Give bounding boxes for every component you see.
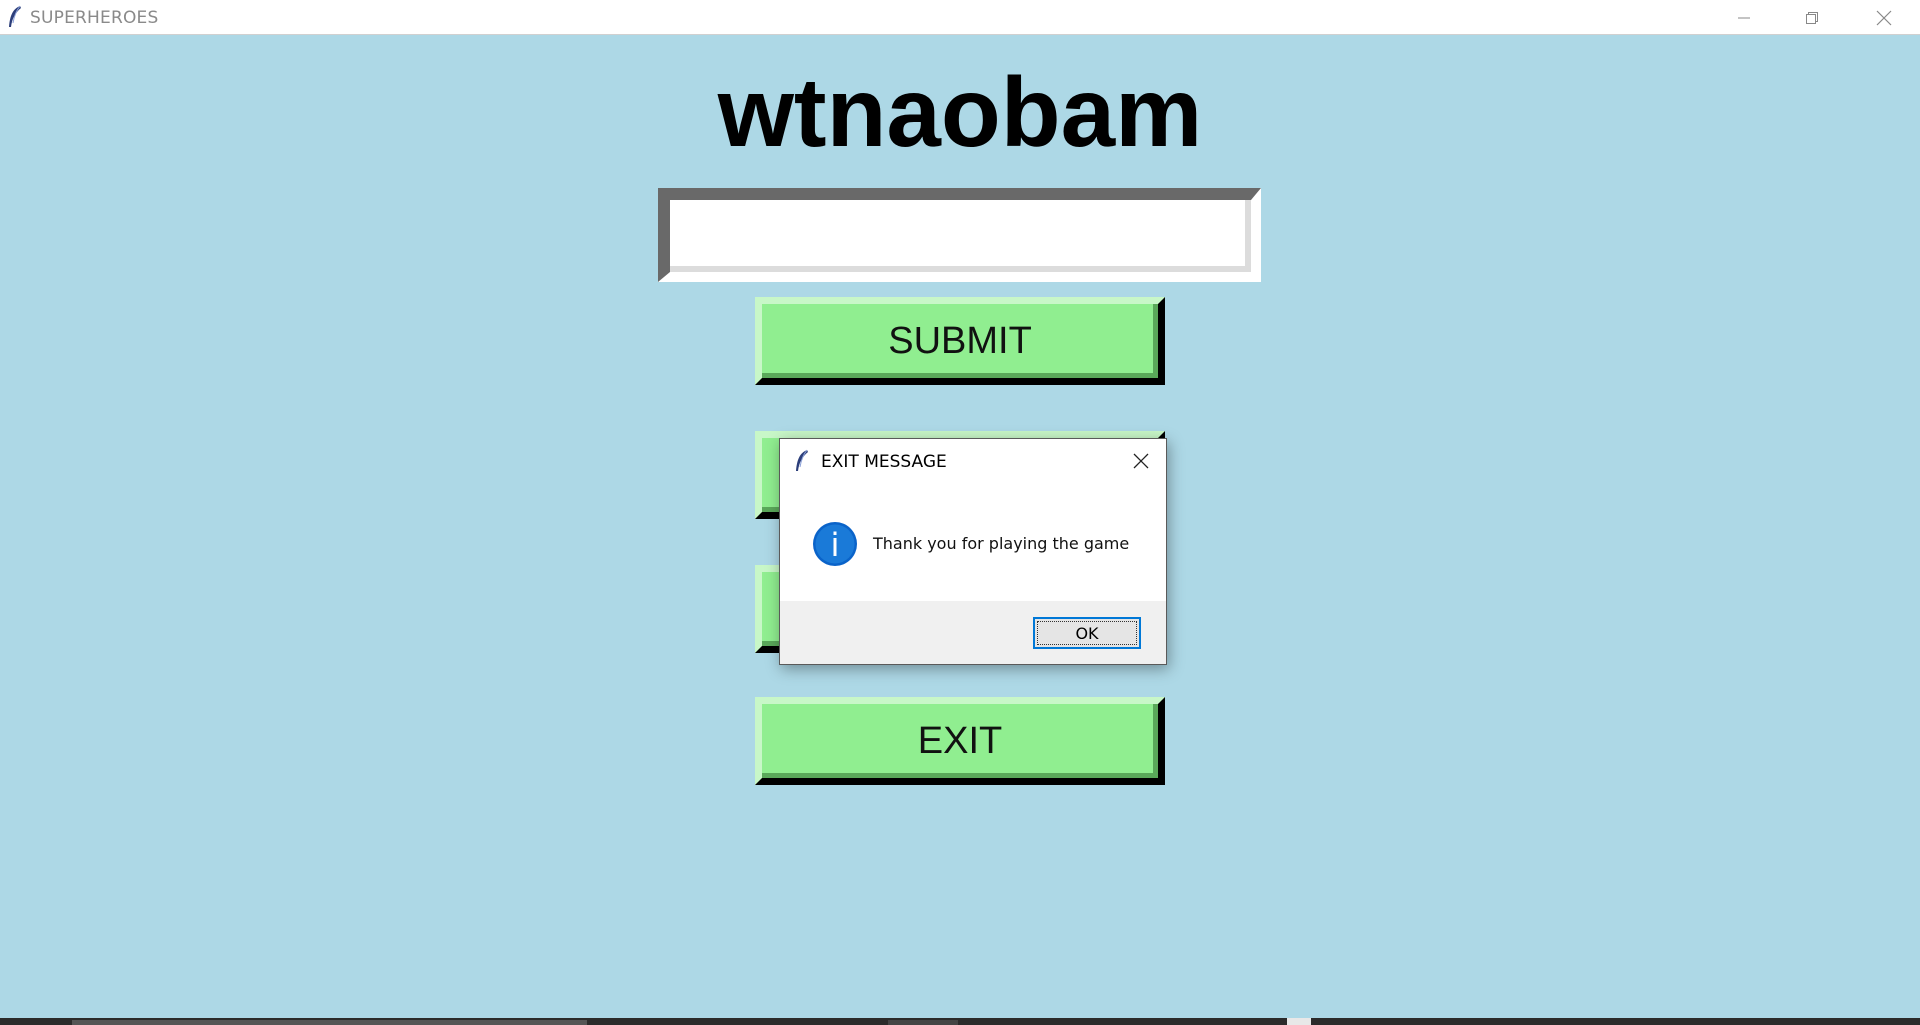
restore-icon [1806, 11, 1818, 24]
window-titlebar: SUPERHEROES [0, 0, 1920, 35]
answer-input[interactable] [676, 206, 1240, 258]
dialog-close-button[interactable] [1124, 445, 1158, 477]
dialog-title: EXIT MESSAGE [821, 452, 947, 472]
taskbar-segment [888, 1020, 958, 1025]
scrambled-word: wtnaobam [717, 57, 1203, 167]
ok-button-label: OK [1075, 623, 1099, 643]
info-icon [813, 522, 857, 566]
dialog-titlebar: EXIT MESSAGE [780, 439, 1166, 484]
game-window: SUPERHEROES wtnaobam SUBMIT EXIT EXIT ME… [0, 0, 1920, 1025]
taskbar-segment [72, 1020, 587, 1025]
minimize-button[interactable] [1710, 0, 1778, 35]
window-title: SUPERHEROES [30, 8, 159, 28]
ok-button[interactable]: OK [1033, 617, 1141, 649]
restore-button[interactable] [1778, 0, 1846, 35]
minimize-icon [1738, 17, 1750, 18]
close-icon [1876, 10, 1892, 25]
close-icon [1133, 453, 1149, 469]
exit-message-dialog: EXIT MESSAGE Thank you for playing the g… [779, 438, 1167, 665]
submit-button-label: SUBMIT [888, 319, 1032, 362]
feather-icon [796, 449, 808, 471]
exit-button[interactable]: EXIT [755, 697, 1165, 785]
window-close-button[interactable] [1850, 0, 1918, 35]
submit-button[interactable]: SUBMIT [755, 297, 1165, 385]
taskbar-segment [1287, 1018, 1311, 1025]
answer-entry-frame [658, 188, 1261, 282]
answer-entry-inner [670, 200, 1251, 272]
dialog-message: Thank you for playing the game [873, 534, 1130, 553]
exit-button-label: EXIT [917, 719, 1003, 762]
taskbar-strip [0, 1018, 1920, 1025]
feather-icon [9, 5, 21, 27]
